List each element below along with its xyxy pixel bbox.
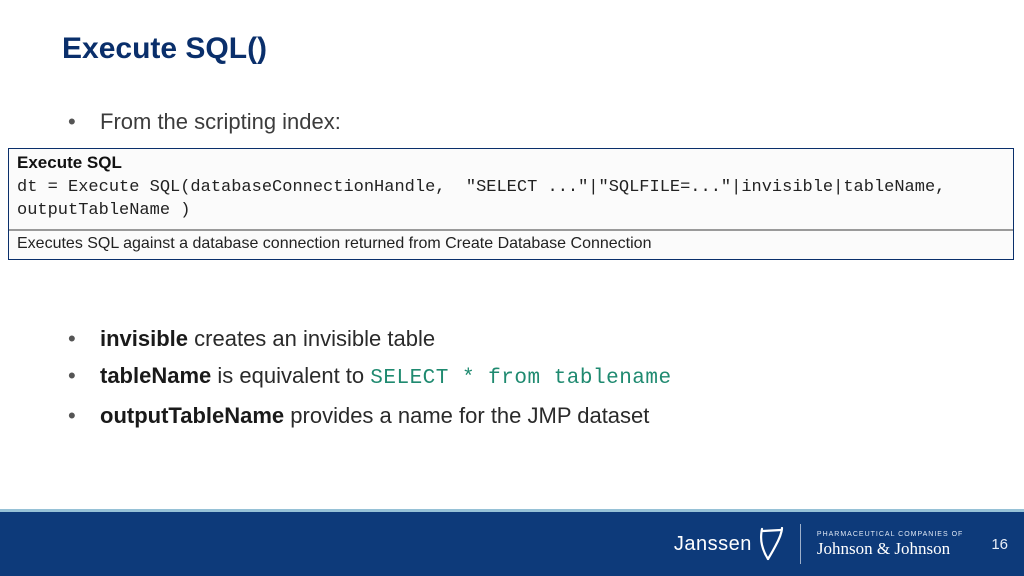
docbox-description: Executes SQL against a database connecti… bbox=[9, 231, 1013, 259]
bullet-code: SELECT * from tablename bbox=[370, 367, 671, 390]
brand-block: Janssen pharmaceutical companies of John… bbox=[674, 512, 1008, 576]
janssen-wordmark: Janssen bbox=[674, 533, 752, 556]
docbox-heading: Execute SQL bbox=[9, 149, 1013, 175]
bullet-text: provides a name for the JMP dataset bbox=[284, 403, 649, 428]
brand-divider bbox=[800, 524, 801, 564]
bullet-text: creates an invisible table bbox=[188, 326, 435, 351]
bullet-text: is equivalent to bbox=[211, 363, 370, 388]
janssen-logo: Janssen bbox=[674, 527, 784, 561]
footer-bar: Janssen pharmaceutical companies of John… bbox=[0, 512, 1024, 576]
jnj-script: Johnson & Johnson bbox=[817, 540, 950, 557]
bullet-term: tableName bbox=[100, 363, 211, 388]
slide: Execute SQL() From the scripting index: … bbox=[0, 0, 1024, 576]
jnj-tagline: pharmaceutical companies of bbox=[817, 531, 963, 538]
bullet-invisible: invisible creates an invisible table bbox=[62, 320, 962, 357]
scripting-index-box: Execute SQL dt = Execute SQL(databaseCon… bbox=[8, 148, 1014, 260]
bullet-outputtablename: outputTableName provides a name for the … bbox=[62, 397, 962, 434]
intro-bullet-list: From the scripting index: bbox=[62, 105, 962, 139]
page-number: 16 bbox=[979, 536, 1008, 553]
bullet-tablename: tableName is equivalent to SELECT * from… bbox=[62, 357, 962, 397]
bullet-term: outputTableName bbox=[100, 403, 284, 428]
janssen-glyph-icon bbox=[758, 527, 784, 561]
johnson-and-johnson-logo: pharmaceutical companies of Johnson & Jo… bbox=[817, 531, 963, 557]
slide-title: Execute SQL() bbox=[62, 32, 267, 66]
intro-bullet: From the scripting index: bbox=[62, 105, 962, 139]
body-bullet-list: invisible creates an invisible table tab… bbox=[62, 320, 962, 434]
bullet-term: invisible bbox=[100, 326, 188, 351]
docbox-code: dt = Execute SQL(databaseConnectionHandl… bbox=[9, 175, 1013, 229]
